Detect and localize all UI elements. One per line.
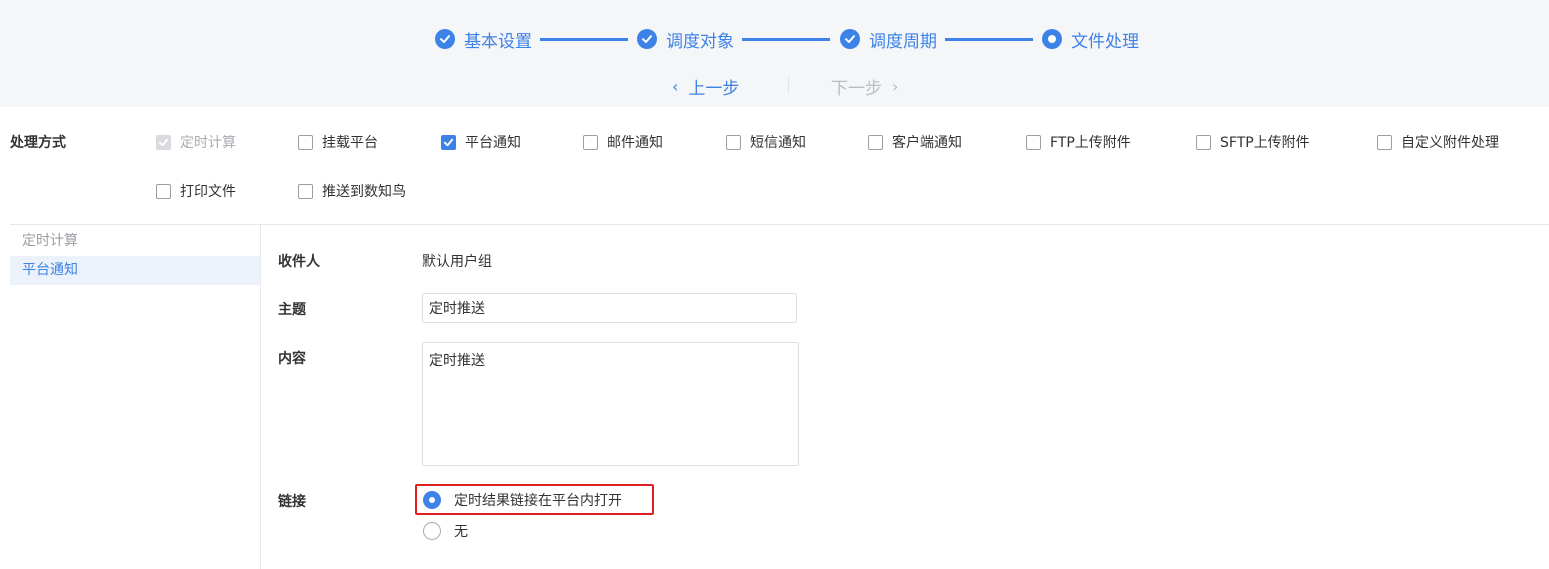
- checkbox-icon: [298, 134, 313, 150]
- step-basic-settings[interactable]: 基本设置: [435, 28, 532, 52]
- checkbox-label: 客户端通知: [892, 135, 962, 151]
- step-label: 文件处理: [1071, 31, 1139, 52]
- chevron-left-icon: ‹: [672, 77, 679, 96]
- checkbox-icon: [726, 134, 741, 150]
- step-dispatch-cycle[interactable]: 调度周期: [840, 28, 937, 52]
- checkbox-icon: [1377, 134, 1392, 150]
- step-connector: [742, 38, 830, 41]
- checkbox-label: 平台通知: [465, 135, 521, 151]
- step-label: 调度对象: [666, 31, 734, 52]
- checkbox-print-file[interactable]: 打印文件: [156, 181, 236, 201]
- radio-none[interactable]: 无: [423, 521, 468, 541]
- nav-divider: [788, 76, 789, 94]
- checkbox-label: 打印文件: [180, 184, 236, 200]
- checkbox-label: FTP上传附件: [1050, 135, 1131, 151]
- radio-label: 无: [454, 524, 468, 540]
- content-textarea[interactable]: 定时推送: [422, 342, 799, 466]
- checkbox-mount-platform[interactable]: 挂载平台: [298, 132, 378, 152]
- checkbox-icon: [868, 134, 883, 150]
- step-file-processing[interactable]: 文件处理: [1042, 28, 1139, 52]
- radio-icon: [423, 491, 441, 509]
- next-step-label: 下一步: [831, 79, 882, 99]
- subject-input[interactable]: [422, 293, 797, 323]
- checkbox-icon: [1196, 134, 1211, 150]
- checkbox-label: 挂载平台: [322, 135, 378, 151]
- step-dispatch-object[interactable]: 调度对象: [637, 28, 734, 52]
- checkbox-push-shuzhiniao[interactable]: 推送到数知鸟: [298, 181, 406, 201]
- checkbox-icon: [156, 134, 171, 150]
- content-label: 内容: [278, 351, 306, 367]
- check-circle-icon: [840, 29, 860, 49]
- checkbox-label: 邮件通知: [607, 135, 663, 151]
- checkbox-icon: [583, 134, 598, 150]
- checkbox-icon: [1026, 134, 1041, 150]
- checkbox-sftp-upload[interactable]: SFTP上传附件: [1196, 132, 1310, 152]
- check-circle-icon: [637, 29, 657, 49]
- next-step-button[interactable]: 下一步 ›: [831, 74, 898, 99]
- radio-icon: [423, 522, 441, 540]
- checkbox-label: 短信通知: [750, 135, 806, 151]
- sidebar-item-scheduled-calc[interactable]: 定时计算: [10, 227, 260, 256]
- prev-step-button[interactable]: ‹ 上一步: [672, 74, 739, 99]
- checkbox-label: 自定义附件处理: [1401, 135, 1499, 151]
- radio-label: 定时结果链接在平台内打开: [454, 493, 622, 509]
- checkbox-icon: [156, 183, 171, 199]
- step-label: 基本设置: [464, 31, 532, 52]
- checkbox-sms-notify[interactable]: 短信通知: [726, 132, 806, 152]
- checkbox-ftp-upload[interactable]: FTP上传附件: [1026, 132, 1131, 152]
- recipient-label: 收件人: [278, 254, 320, 270]
- step-connector: [540, 38, 628, 41]
- step-label: 调度周期: [869, 31, 937, 52]
- checkbox-client-notify[interactable]: 客户端通知: [868, 132, 962, 152]
- current-step-icon: [1042, 29, 1062, 49]
- step-connector: [945, 38, 1033, 41]
- link-label: 链接: [278, 494, 306, 510]
- checkbox-label: 定时计算: [180, 135, 236, 151]
- checkbox-icon: [298, 183, 313, 199]
- chevron-right-icon: ›: [892, 77, 899, 96]
- subject-label: 主题: [278, 302, 306, 318]
- prev-step-label: 上一步: [688, 79, 740, 99]
- processing-method-title: 处理方式: [10, 135, 66, 151]
- recipient-value: 默认用户组: [422, 254, 492, 270]
- checkbox-scheduled-calc: 定时计算: [156, 132, 236, 152]
- checkbox-email-notify[interactable]: 邮件通知: [583, 132, 663, 152]
- checkbox-label: 推送到数知鸟: [322, 184, 406, 200]
- checkbox-platform-notify[interactable]: 平台通知: [441, 132, 521, 152]
- checkbox-icon: [441, 134, 456, 150]
- sidebar-divider: [260, 225, 261, 569]
- checkbox-custom-attachment[interactable]: 自定义附件处理: [1377, 132, 1499, 152]
- section-divider: [10, 224, 1549, 225]
- radio-open-in-platform[interactable]: 定时结果链接在平台内打开: [423, 490, 622, 510]
- sidebar-item-platform-notify[interactable]: 平台通知: [10, 256, 260, 285]
- stepper-bar: 基本设置 调度对象 调度周期 文件处理 ‹ 上一步 下一步 ›: [0, 0, 1549, 107]
- check-circle-icon: [435, 29, 455, 49]
- checkbox-label: SFTP上传附件: [1220, 135, 1310, 151]
